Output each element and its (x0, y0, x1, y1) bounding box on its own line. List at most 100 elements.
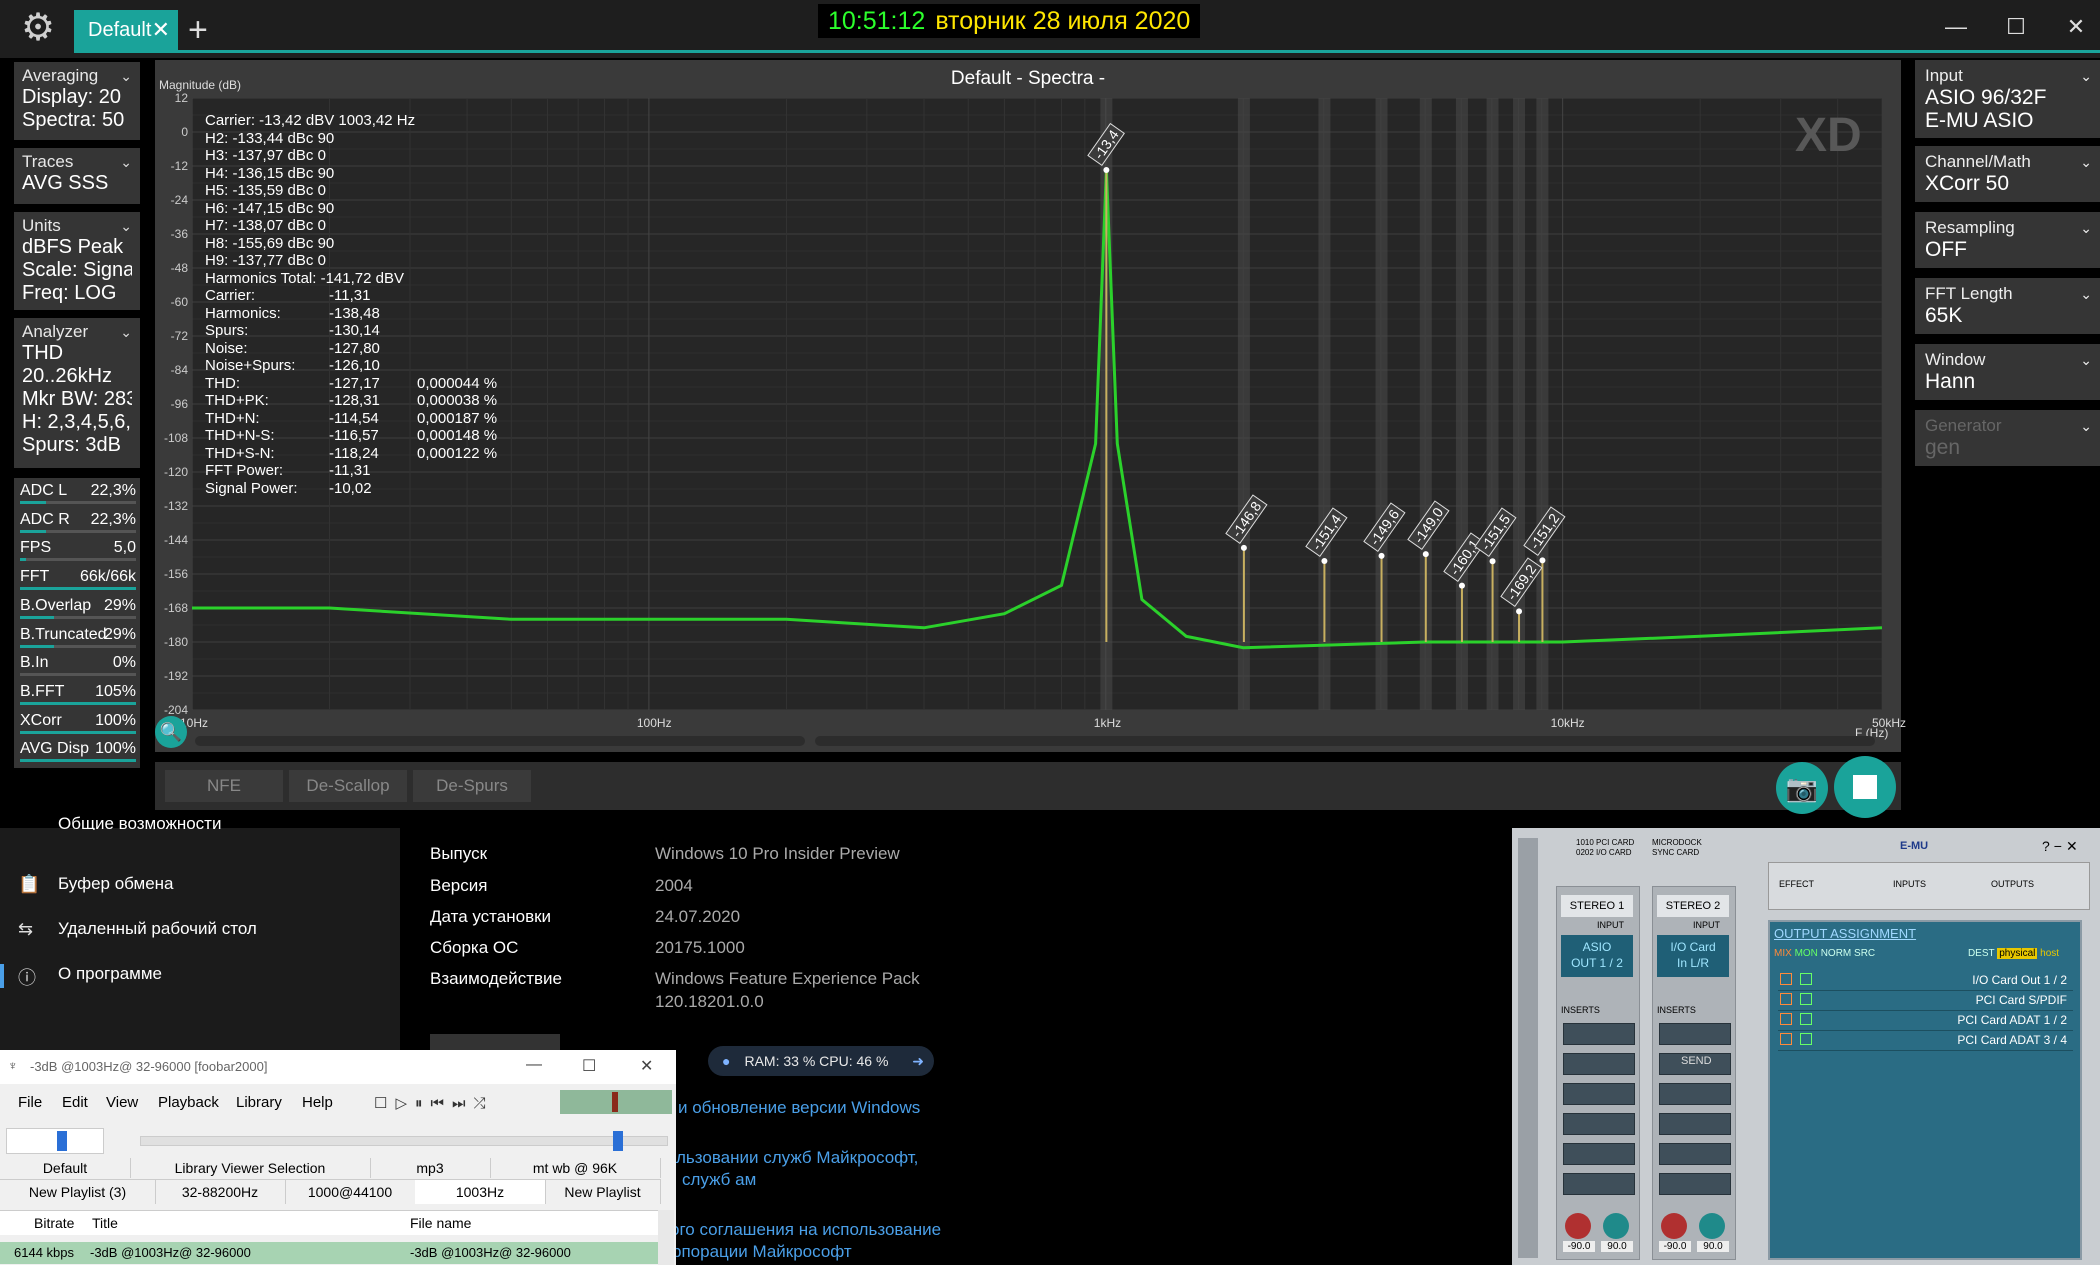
settings-link[interactable]: рпорации Майкрософт (672, 1242, 852, 1262)
settings-link[interactable]: служб ам (682, 1170, 756, 1190)
pan-knob[interactable] (1603, 1213, 1629, 1239)
menu-edit[interactable]: Edit (62, 1094, 88, 1111)
volume-slider[interactable] (6, 1128, 104, 1154)
foobar-maximize-icon[interactable]: ☐ (582, 1056, 596, 1076)
seek-bar[interactable] (140, 1131, 668, 1151)
output-row[interactable]: PCI Card ADAT 1 / 2 (1778, 1010, 2073, 1031)
insert-slot[interactable] (1659, 1143, 1731, 1165)
ram-cpu-text: RAM: 33 % CPU: 46 % (744, 1053, 889, 1069)
playlist-tab[interactable]: New Playlist (545, 1179, 661, 1204)
scrollbar-left[interactable] (195, 736, 805, 746)
emu-effect-label[interactable]: EFFECT (1779, 879, 1814, 889)
nav-remote-desktop[interactable]: ⇆ Удаленный рабочий стол (0, 919, 400, 943)
tab-default[interactable]: Default ✕ (74, 10, 178, 50)
col-host[interactable]: host (2040, 948, 2059, 959)
mix-toggle[interactable] (1780, 973, 1792, 985)
insert-slot[interactable] (1659, 1113, 1731, 1135)
right-panel-window[interactable]: Window ⌄ Hann (1915, 344, 2100, 400)
minimize-icon[interactable]: — (1936, 12, 1976, 42)
playlist-tab[interactable]: mp3 (370, 1158, 491, 1178)
nav-clipboard[interactable]: 📋 Буфер обмена (0, 874, 400, 898)
gear-icon[interactable]: ⚙ (18, 8, 58, 48)
measurement-name: Noise: (205, 339, 248, 357)
menu-file[interactable]: File (18, 1094, 42, 1111)
mon-toggle[interactable] (1800, 1013, 1812, 1025)
mon-toggle[interactable] (1800, 973, 1812, 985)
output-row[interactable]: PCI Card ADAT 3 / 4 (1778, 1030, 2073, 1051)
insert-slot[interactable] (1563, 1053, 1635, 1075)
playlist-tab[interactable]: Library Viewer Selection (130, 1158, 371, 1178)
menu-playback[interactable]: Playback (158, 1094, 219, 1111)
playlist-tab[interactable]: 1003Hz (415, 1179, 546, 1204)
measurement-name: H5: -135,59 dBc 0 (205, 182, 326, 199)
insert-slot[interactable] (1563, 1143, 1635, 1165)
playlist-tab[interactable]: Default (0, 1158, 131, 1178)
playlist-tab[interactable]: mt wb @ 96K (490, 1158, 661, 1178)
mix-toggle[interactable] (1780, 993, 1792, 1005)
output-row[interactable]: PCI Card S/PDIF (1778, 990, 2073, 1011)
right-panel-fft-length[interactable]: FFT Length ⌄ 65K (1915, 278, 2100, 334)
insert-slot[interactable] (1659, 1023, 1731, 1045)
left-panel-traces[interactable]: Traces ⌄ AVG SSS (14, 148, 140, 204)
pan-knob[interactable] (1699, 1213, 1725, 1239)
nfe-button[interactable]: NFE (165, 770, 283, 802)
emu-window-icons[interactable]: ?−✕ (2042, 838, 2082, 855)
strip-input[interactable]: ASIO OUT 1 / 2 (1561, 935, 1633, 977)
col-title[interactable]: Title (92, 1215, 118, 1231)
col-filename[interactable]: File name (410, 1215, 471, 1231)
insert-slot[interactable] (1563, 1083, 1635, 1105)
nav-info[interactable]: ⓘ О программе (0, 964, 400, 988)
playlist-tab[interactable]: New Playlist (3) (0, 1179, 156, 1204)
left-panel-analyzer[interactable]: Analyzer ⌄ THD20..26kHzMkr BW: 283HH: 2,3,… (14, 318, 140, 468)
strip-input[interactable]: I/O Card In L/R (1657, 935, 1729, 977)
transport-icons[interactable]: ☐▷⏸⏮⏭⤮ (374, 1094, 493, 1112)
close-window-icon[interactable]: ✕ (2056, 12, 2096, 42)
emu-outputs-label[interactable]: OUTPUTS (1991, 879, 2034, 889)
add-tab-icon[interactable]: + (188, 10, 208, 50)
nav-partial-item[interactable]: Общие возможности (58, 814, 221, 830)
pan-knob[interactable] (1661, 1213, 1687, 1239)
left-panel-units[interactable]: Units ⌄ dBFS Peak Scale: Signal Freq: LOG (14, 212, 140, 310)
insert-slot[interactable] (1659, 1083, 1731, 1105)
right-panel-resampling[interactable]: Resampling ⌄ OFF (1915, 212, 2100, 268)
menu-view[interactable]: View (106, 1094, 138, 1111)
settings-link[interactable]: и обновление версии Windows (678, 1098, 920, 1118)
left-panel-averaging[interactable]: Averaging ⌄ Display: 20 Spectra: 50 (14, 62, 140, 140)
pan-knob[interactable] (1565, 1213, 1591, 1239)
scrollbar-right[interactable] (815, 736, 1875, 746)
maximize-icon[interactable]: ☐ (1996, 12, 2036, 42)
partial-button[interactable] (430, 1034, 560, 1050)
de-spurs-button[interactable]: De-Spurs (413, 770, 531, 802)
camera-icon[interactable]: 📷 (1776, 762, 1828, 814)
right-panel-input[interactable]: Input ⌄ ASIO 96/32F E-MU ASIO (1915, 60, 2100, 138)
playlist-tab[interactable]: 32-88200Hz (155, 1179, 286, 1204)
insert-slot[interactable] (1563, 1113, 1635, 1135)
col-physical[interactable]: physical (1997, 948, 2038, 959)
mon-toggle[interactable] (1800, 993, 1812, 1005)
mix-toggle[interactable] (1780, 1033, 1792, 1045)
zoom-icon[interactable]: 🔍 (155, 716, 187, 748)
right-panel-channel-math[interactable]: Channel/Math ⌄ XCorr 50 (1915, 146, 2100, 202)
insert-slot[interactable] (1563, 1023, 1635, 1045)
settings-link[interactable]: ого соглашения на использование (670, 1220, 941, 1240)
stop-button[interactable] (1834, 756, 1896, 818)
menu-help[interactable]: Help (302, 1094, 333, 1111)
right-panel-generator[interactable]: Generator ⌄ gen (1915, 410, 2100, 466)
col-bitrate[interactable]: Bitrate (34, 1215, 74, 1231)
playlist-tab[interactable]: 1000@44100 (285, 1179, 416, 1204)
foobar-minimize-icon[interactable]: — (526, 1056, 542, 1074)
foobar-close-icon[interactable]: ✕ (640, 1056, 653, 1076)
mon-toggle[interactable] (1800, 1033, 1812, 1045)
playlist-row[interactable]: 6144 kbps -3dB @1003Hz@ 32-96000 -3dB @1… (0, 1242, 660, 1264)
emu-inputs-label[interactable]: INPUTS (1893, 879, 1926, 889)
mix-toggle[interactable] (1780, 1013, 1792, 1025)
playlist-scrollbar[interactable] (658, 1210, 674, 1265)
close-icon[interactable]: ✕ (152, 10, 170, 50)
insert-slot[interactable] (1563, 1173, 1635, 1195)
de-scallop-button[interactable]: De-Scallop (289, 770, 407, 802)
menu-library[interactable]: Library (236, 1094, 282, 1111)
output-row[interactable]: I/O Card Out 1 / 2 (1778, 970, 2073, 991)
insert-slot[interactable] (1659, 1173, 1731, 1195)
settings-link[interactable]: льзовании служб Майкрософт, (676, 1148, 918, 1168)
arrow-right-icon[interactable]: ➜ (912, 1046, 924, 1076)
